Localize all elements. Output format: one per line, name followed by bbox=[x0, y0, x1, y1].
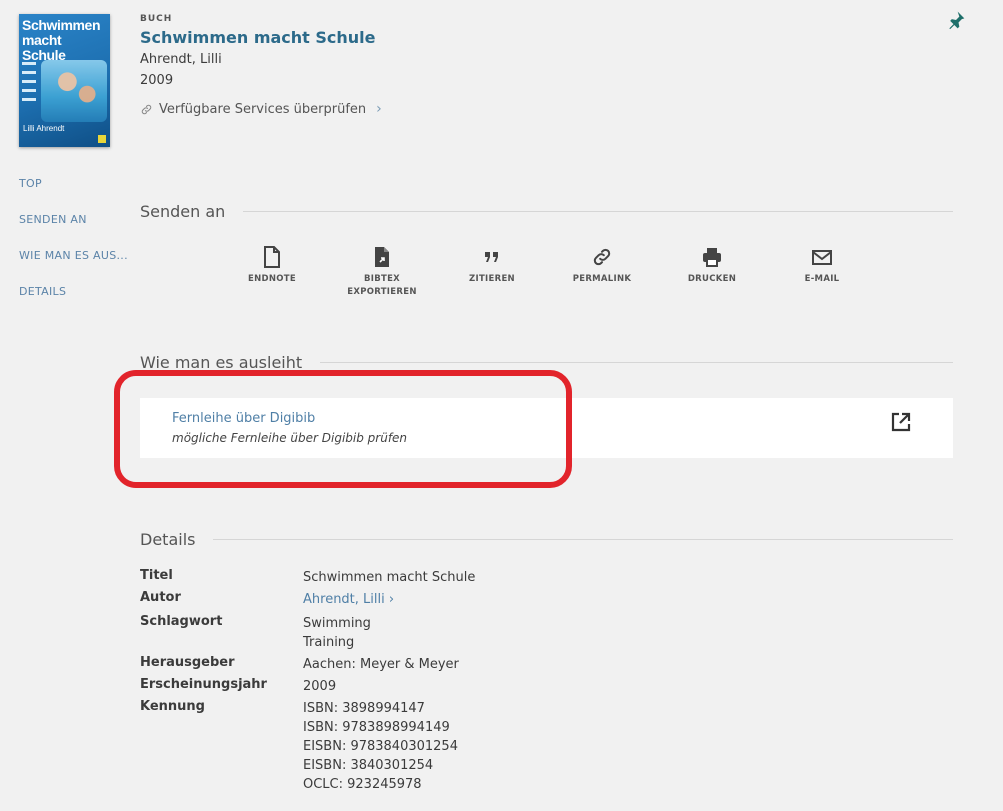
cite-label: ZITIEREN bbox=[469, 274, 515, 284]
cover-photo bbox=[41, 60, 107, 122]
detail-value: EISBN: 9783840301254 bbox=[303, 739, 458, 754]
endnote-label: ENDNOTE bbox=[247, 274, 297, 284]
detail-value: ISBN: 3898994147 bbox=[303, 701, 425, 716]
check-services-link[interactable]: Verfügbare Services überprüfen › bbox=[140, 101, 382, 117]
detail-row-identifier: Kennung ISBN: 3898994147 ISBN: 978389899… bbox=[140, 699, 458, 794]
permalink-button[interactable]: PERMALINK bbox=[557, 246, 647, 286]
external-link-icon[interactable] bbox=[890, 411, 912, 433]
bibtex-label: BIBTEX bbox=[363, 274, 401, 284]
bibtex-label-2: EXPORTIEREN bbox=[347, 287, 417, 297]
detail-row-author: Autor Ahrendt, Lilli › bbox=[140, 590, 394, 609]
record-type: BUCH bbox=[140, 14, 173, 24]
side-nav-how-to-borrow[interactable]: WIE MAN ES AUS... bbox=[19, 248, 128, 284]
file-export-icon bbox=[375, 247, 389, 267]
send-to-heading: Senden an bbox=[140, 202, 953, 221]
book-cover[interactable]: Schwimmen macht Schule Lilli Ahrendt bbox=[19, 14, 110, 147]
check-services-label: Verfügbare Services überprüfen bbox=[159, 101, 367, 117]
details-heading: Details bbox=[140, 530, 953, 549]
detail-value: 2009 bbox=[303, 679, 337, 694]
detail-value: OCLC: 923245978 bbox=[303, 777, 422, 792]
pin-icon[interactable] bbox=[946, 9, 966, 31]
send-to-title: Senden an bbox=[140, 202, 226, 221]
detail-value: ISBN: 9783898994149 bbox=[303, 720, 450, 735]
link-icon bbox=[593, 248, 611, 266]
quote-icon bbox=[485, 252, 498, 262]
detail-label: Erscheinungsjahr bbox=[140, 677, 267, 692]
cover-author: Lilli Ahrendt bbox=[23, 124, 65, 133]
highlight-annotation bbox=[114, 370, 572, 488]
side-navigation: TOP SENDEN AN WIE MAN ES AUS... DETAILS bbox=[19, 176, 128, 320]
print-label: DRUCKEN bbox=[687, 274, 737, 284]
mail-icon bbox=[812, 250, 832, 265]
record-title[interactable]: Schwimmen macht Schule bbox=[140, 28, 376, 47]
chevron-right-icon: › bbox=[376, 101, 382, 117]
detail-row-subject: Schlagwort Swimming Training bbox=[140, 614, 371, 652]
detail-label: Titel bbox=[140, 568, 173, 583]
file-icon bbox=[264, 246, 280, 268]
record-author: Ahrendt, Lilli bbox=[140, 52, 222, 67]
printer-icon bbox=[703, 248, 721, 267]
cover-bullets bbox=[22, 62, 40, 107]
detail-label: Herausgeber bbox=[140, 655, 235, 670]
detail-row-year: Erscheinungsjahr 2009 bbox=[140, 677, 336, 696]
bibtex-export-button[interactable]: BIBTEX EXPORTIEREN bbox=[337, 246, 427, 299]
chevron-right-icon: › bbox=[388, 592, 395, 607]
detail-label: Kennung bbox=[140, 699, 205, 714]
detail-value: Aachen: Meyer & Meyer bbox=[303, 657, 459, 672]
email-button[interactable]: E-MAIL bbox=[777, 246, 867, 286]
detail-row-publisher: Herausgeber Aachen: Meyer & Meyer bbox=[140, 655, 459, 674]
permalink-label: PERMALINK bbox=[572, 274, 632, 284]
print-button[interactable]: DRUCKEN bbox=[667, 246, 757, 286]
record-year: 2009 bbox=[140, 73, 174, 88]
endnote-button[interactable]: ENDNOTE bbox=[227, 246, 317, 286]
side-nav-top[interactable]: TOP bbox=[19, 176, 128, 212]
author-link[interactable]: Ahrendt, Lilli › bbox=[303, 592, 394, 607]
link-icon bbox=[141, 104, 152, 114]
side-nav-details[interactable]: DETAILS bbox=[19, 284, 128, 320]
cite-button[interactable]: ZITIEREN bbox=[447, 246, 537, 286]
detail-row-title: Titel Schwimmen macht Schule bbox=[140, 568, 475, 587]
detail-label: Schlagwort bbox=[140, 614, 223, 629]
cover-publisher-mark bbox=[98, 135, 106, 143]
detail-value: Training bbox=[303, 635, 355, 650]
details-title: Details bbox=[140, 530, 196, 549]
email-label: E-MAIL bbox=[804, 274, 840, 284]
detail-value: Schwimmen macht Schule bbox=[303, 570, 476, 585]
detail-label: Autor bbox=[140, 590, 181, 605]
side-nav-send-to[interactable]: SENDEN AN bbox=[19, 212, 128, 248]
cover-title: Schwimmen macht Schule bbox=[22, 17, 101, 63]
detail-value: EISBN: 3840301254 bbox=[303, 758, 434, 773]
detail-value: Swimming bbox=[303, 616, 371, 631]
